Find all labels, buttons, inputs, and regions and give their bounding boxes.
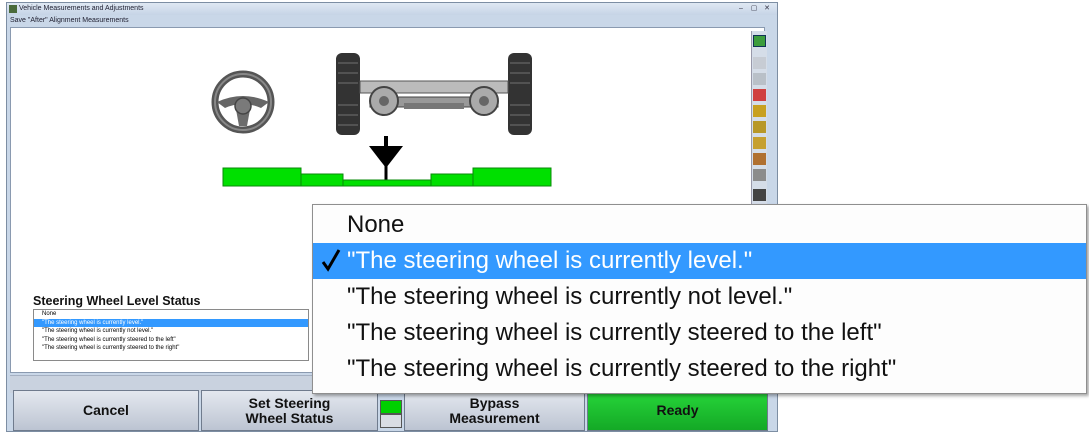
title-bar: Vehicle Measurements and Adjustments – ▢… bbox=[7, 3, 777, 15]
steering-status-label: Steering Wheel Level Status bbox=[33, 294, 201, 308]
list-item[interactable]: "The steering wheel is currently not lev… bbox=[313, 279, 1086, 315]
minimize-icon[interactable]: – bbox=[735, 4, 747, 13]
list-item[interactable]: "The steering wheel is currently steered… bbox=[313, 315, 1086, 351]
list-item[interactable]: None bbox=[34, 310, 308, 319]
tool-icon-7[interactable] bbox=[753, 189, 766, 201]
list-item[interactable]: "The steering wheel is currently steered… bbox=[313, 351, 1086, 387]
list-item[interactable]: "The steering wheel is currently steered… bbox=[34, 336, 308, 345]
level-bar bbox=[222, 167, 552, 187]
rotate-icon[interactable] bbox=[753, 73, 766, 85]
bypass-measurement-button[interactable]: Bypass Measurement bbox=[404, 390, 585, 431]
steering-status-list-zoom[interactable]: None "The steering wheel is currently le… bbox=[312, 204, 1087, 394]
list-item-selected[interactable]: "The steering wheel is currently level." bbox=[313, 243, 1086, 279]
tool-icon-6[interactable] bbox=[753, 169, 766, 181]
app-icon bbox=[9, 5, 17, 13]
maximize-icon[interactable]: ▢ bbox=[748, 4, 760, 13]
help-icon[interactable] bbox=[753, 35, 766, 47]
steering-wheel-icon bbox=[211, 70, 275, 134]
tool-icon-4[interactable] bbox=[753, 137, 766, 149]
list-item-selected[interactable]: "The steering wheel is currently level." bbox=[34, 318, 308, 328]
scroll-up-icon[interactable] bbox=[753, 57, 766, 69]
list-item[interactable]: "The steering wheel is currently not lev… bbox=[34, 327, 308, 336]
checkmark-icon bbox=[321, 249, 341, 272]
axle-icon bbox=[336, 53, 532, 135]
window-title: Vehicle Measurements and Adjustments bbox=[19, 5, 144, 12]
screen-subtitle: Save "After" Alignment Measurements bbox=[10, 17, 129, 24]
list-item[interactable]: None bbox=[313, 207, 1086, 243]
tool-icon-2[interactable] bbox=[753, 105, 766, 117]
tool-icon-3[interactable] bbox=[753, 121, 766, 133]
side-toolbar bbox=[751, 31, 767, 221]
close-icon[interactable]: ✕ bbox=[761, 4, 773, 13]
steering-status-list[interactable]: None "The steering wheel is currently le… bbox=[33, 309, 309, 361]
status-indicator-green bbox=[380, 400, 402, 414]
cancel-button[interactable]: Cancel bbox=[13, 390, 199, 431]
set-steering-status-button[interactable]: Set Steering Wheel Status bbox=[201, 390, 378, 431]
list-item[interactable]: "The steering wheel is currently steered… bbox=[34, 344, 308, 353]
status-indicator-grey bbox=[380, 414, 402, 428]
tool-icon-1[interactable] bbox=[753, 89, 766, 101]
tool-icon-5[interactable] bbox=[753, 153, 766, 165]
ready-button[interactable]: Ready bbox=[587, 390, 768, 431]
